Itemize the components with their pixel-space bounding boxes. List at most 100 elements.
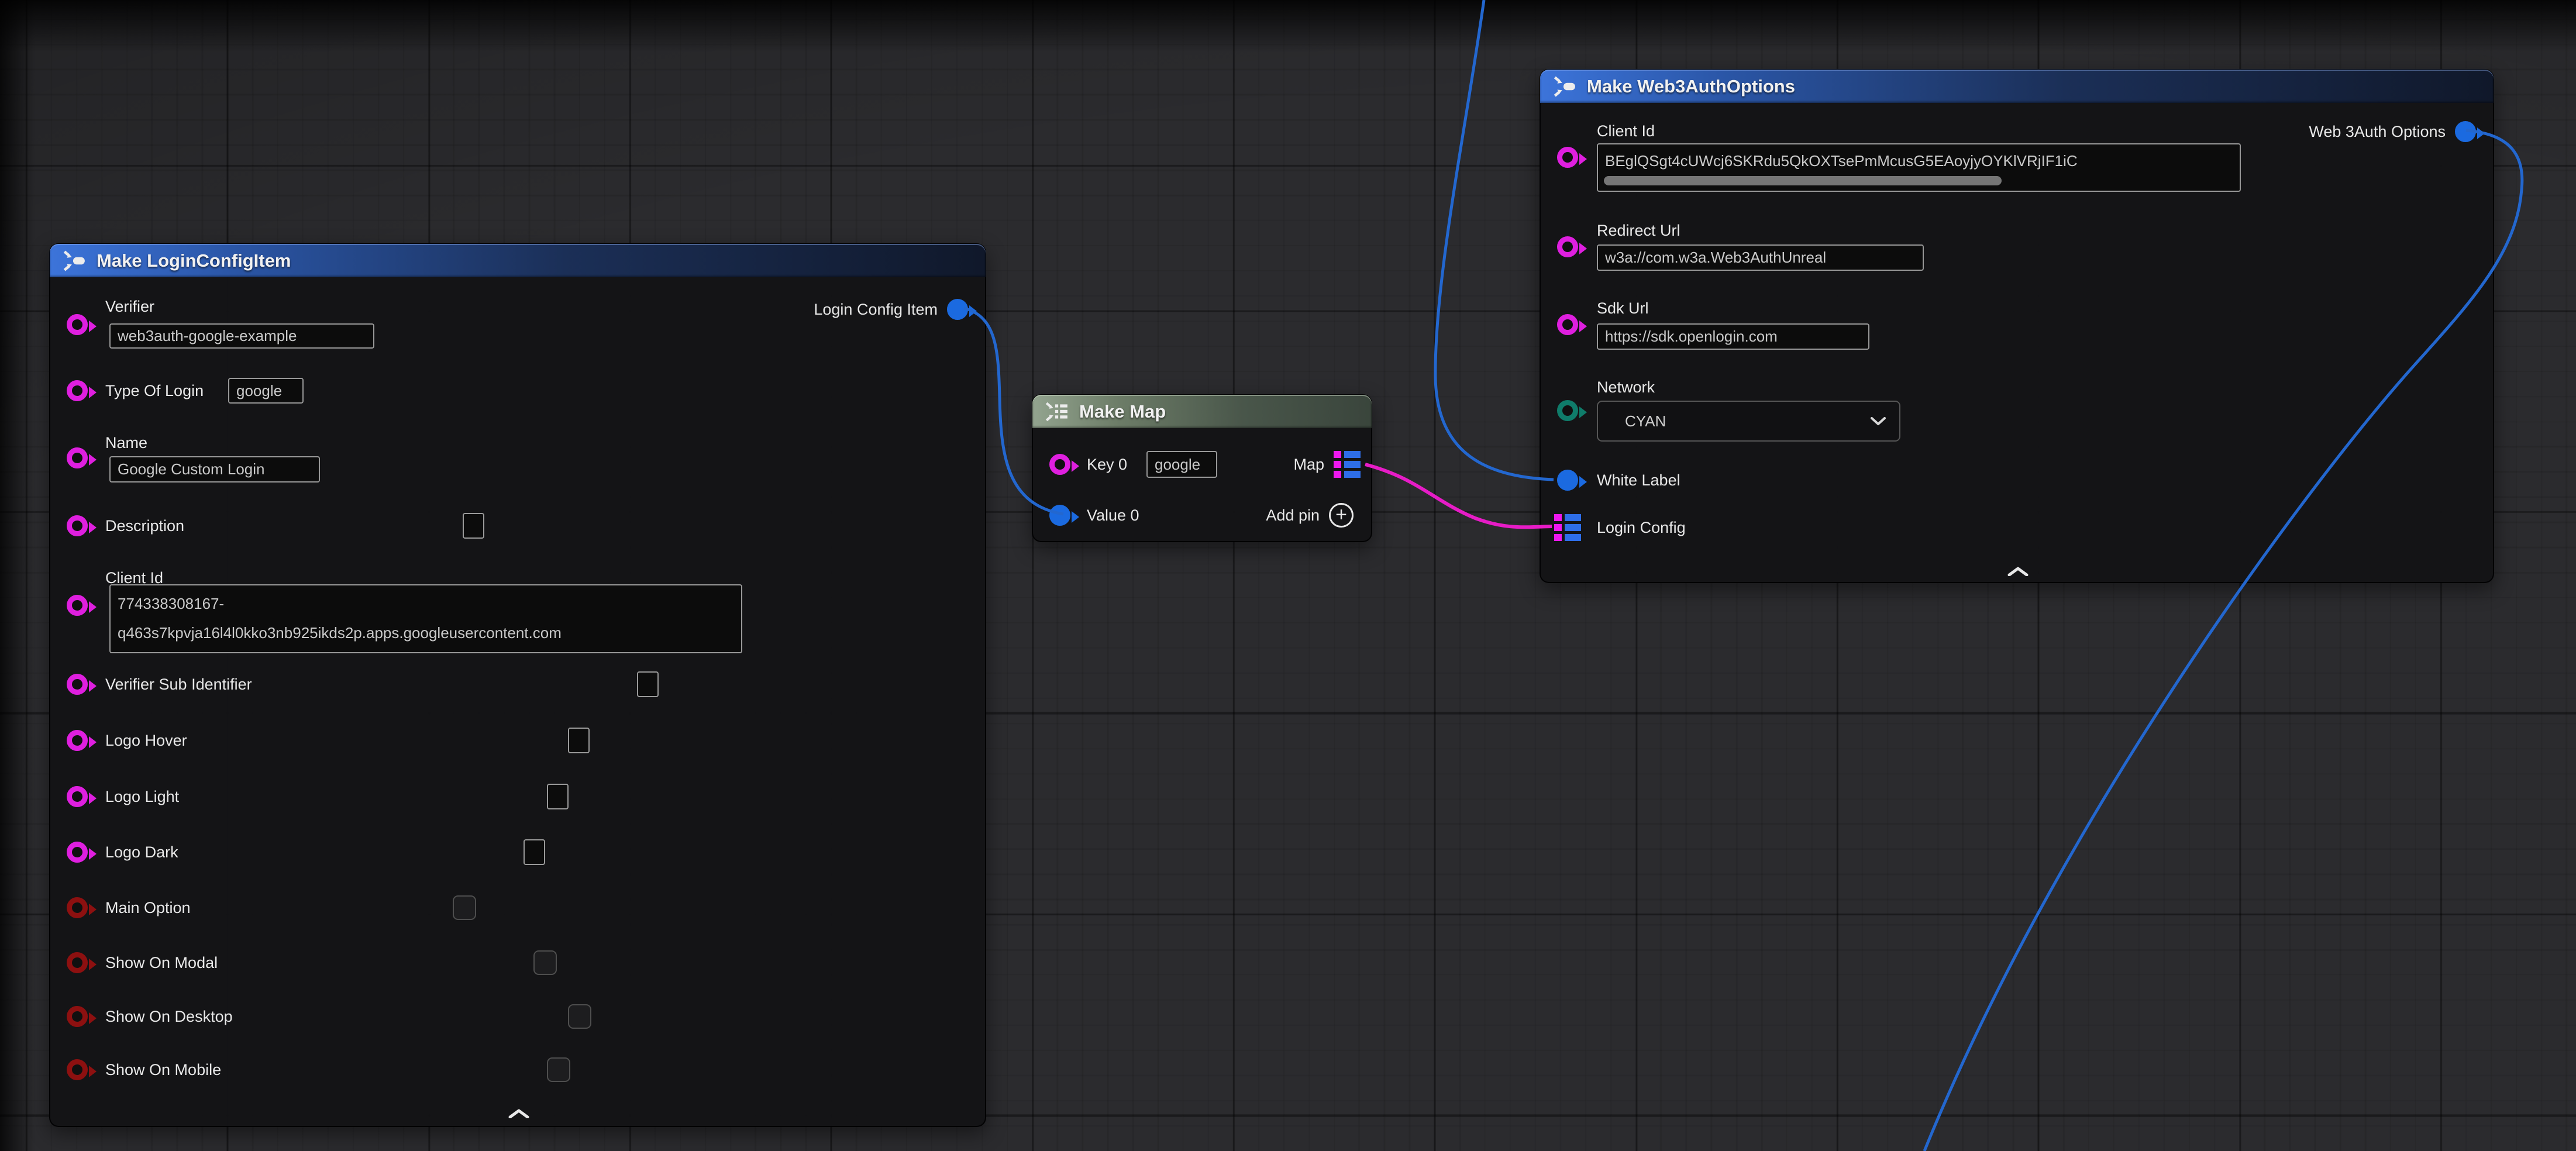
pin-label-type-of-login: Type Of Login (105, 381, 204, 400)
name-input[interactable]: Google Custom Login (109, 456, 320, 483)
output-row-map: Map (1293, 449, 1361, 480)
show-on-desktop-checkbox[interactable] (568, 1004, 591, 1029)
pin-label-description: Description (105, 516, 184, 535)
input-pin-login-config-map-icon[interactable] (1554, 514, 1581, 541)
output-pin-label: Login Config Item (814, 301, 938, 319)
pin-label-main-option: Main Option (105, 898, 191, 917)
node-header[interactable]: Make LoginConfigItem (50, 244, 986, 277)
description-input[interactable] (463, 513, 484, 539)
input-pin-name[interactable] (67, 447, 88, 468)
network-dropdown-value: CYAN (1625, 412, 1666, 430)
verifier-input[interactable]: web3auth-google-example (109, 323, 374, 349)
output-pin-login-config-item[interactable] (947, 299, 968, 320)
input-pin-client-id[interactable] (67, 595, 88, 616)
pin-label-logo-hover: Logo Hover (105, 731, 187, 750)
input-pin-value0[interactable] (1049, 505, 1070, 526)
add-pin-label: Add pin (1266, 506, 1320, 525)
make-struct-icon (61, 249, 86, 273)
output-row-login-config-item: Login Config Item (814, 294, 968, 325)
verifier-sub-identifier-input[interactable] (637, 671, 659, 697)
input-pin-sdk-url[interactable] (1557, 314, 1578, 335)
pin-label-show-on-mobile: Show On Mobile (105, 1060, 221, 1079)
input-pin-client-id[interactable] (1557, 147, 1578, 168)
input-pin-redirect-url[interactable] (1557, 236, 1578, 257)
add-pin-row[interactable]: Add pin (1266, 499, 1354, 531)
input-pin-key0[interactable] (1049, 454, 1070, 475)
input-pin-verifier[interactable] (67, 314, 88, 335)
make-struct-icon (1552, 74, 1576, 99)
logo-dark-input[interactable] (524, 839, 545, 865)
input-pin-white-label[interactable] (1557, 470, 1578, 491)
pin-label-name: Name (105, 433, 147, 452)
client-id-input[interactable]: BEglQSgt4cUWcj6SKRdu5QkOXTsePmMcusG5EAoy… (1597, 143, 2241, 192)
pin-label-login-config: Login Config (1597, 518, 1686, 537)
pin-label-verifier-sub-identifier: Verifier Sub Identifier (105, 675, 252, 694)
pin-label-verifier: Verifier (105, 297, 154, 316)
make-map-icon (1044, 399, 1069, 424)
collapse-chevron-icon[interactable] (508, 1109, 529, 1118)
pin-label-value0: Value 0 (1087, 506, 1139, 525)
node-title: Make Web3AuthOptions (1587, 76, 1795, 97)
pin-label-logo-dark: Logo Dark (105, 843, 178, 861)
pin-label-redirect-url: Redirect Url (1597, 221, 1680, 240)
pin-label-show-on-desktop: Show On Desktop (105, 1007, 233, 1026)
pin-label-network: Network (1597, 378, 1655, 397)
input-pin-show-on-mobile[interactable] (67, 1059, 88, 1080)
chevron-down-icon (1870, 416, 1886, 426)
network-dropdown[interactable]: CYAN (1597, 401, 1900, 442)
pin-label-white-label: White Label (1597, 471, 1680, 490)
output-pin-map-icon[interactable] (1334, 451, 1361, 478)
main-option-checkbox[interactable] (453, 895, 476, 920)
node-make-map[interactable]: Make Map Key 0 google Map Value 0 Add pi… (1032, 394, 1372, 542)
node-title: Make LoginConfigItem (97, 250, 291, 271)
sdk-url-input[interactable]: https://sdk.openlogin.com (1597, 323, 1869, 350)
horizontal-scrollbar[interactable] (1604, 176, 2002, 185)
blueprint-canvas[interactable]: Make LoginConfigItem Login Config Item V… (0, 0, 2576, 1151)
name-value: Google Custom Login (118, 460, 264, 478)
output-row-web3auth-options: Web 3Auth Options (2309, 116, 2476, 147)
type-of-login-input[interactable]: google (228, 378, 304, 404)
key0-input[interactable]: google (1146, 451, 1217, 478)
pin-label-show-on-modal: Show On Modal (105, 953, 218, 972)
type-of-login-value: google (236, 382, 282, 400)
node-make-web3auth-options[interactable]: Make Web3AuthOptions Web 3Auth Options C… (1540, 69, 2494, 583)
key0-value: google (1155, 456, 1200, 474)
input-pin-show-on-modal[interactable] (67, 952, 88, 973)
pin-label-logo-light: Logo Light (105, 787, 179, 806)
input-pin-show-on-desktop[interactable] (67, 1006, 88, 1027)
wire-map-to-login-config (1365, 464, 1552, 527)
redirect-url-input[interactable]: w3a://com.w3a.Web3AuthUnreal (1597, 244, 1924, 271)
input-pin-verifier-sub-identifier[interactable] (67, 674, 88, 695)
logo-hover-input[interactable] (568, 728, 590, 753)
show-on-modal-checkbox[interactable] (533, 950, 557, 975)
collapse-chevron-icon[interactable] (2007, 567, 2029, 576)
client-id-value: BEglQSgt4cUWcj6SKRdu5QkOXTsePmMcusG5EAoy… (1605, 148, 2078, 174)
input-pin-network[interactable] (1557, 400, 1578, 421)
sdk-url-value: https://sdk.openlogin.com (1605, 328, 1778, 346)
node-header[interactable]: Make Map (1032, 395, 1372, 428)
output-pin-web3auth-options[interactable] (2455, 121, 2476, 142)
pin-label-client-id: Client Id (1597, 122, 1655, 140)
input-pin-logo-hover[interactable] (67, 730, 88, 751)
redirect-url-value: w3a://com.w3a.Web3AuthUnreal (1605, 249, 1826, 267)
output-pin-label: Map (1293, 456, 1324, 474)
input-pin-main-option[interactable] (67, 897, 88, 918)
node-make-login-config-item[interactable]: Make LoginConfigItem Login Config Item V… (49, 243, 986, 1127)
verifier-value: web3auth-google-example (118, 327, 297, 345)
logo-light-input[interactable] (547, 784, 569, 809)
node-title: Make Map (1079, 401, 1166, 422)
add-pin-icon[interactable] (1329, 503, 1354, 528)
pin-label-sdk-url: Sdk Url (1597, 299, 1649, 318)
input-pin-description[interactable] (67, 515, 88, 536)
input-pin-logo-light[interactable] (67, 786, 88, 807)
node-header[interactable]: Make Web3AuthOptions (1540, 70, 2494, 103)
client-id-line1: 774338308167- (118, 589, 224, 618)
client-id-input[interactable]: 774338308167- q463s7kpvja16l4l0kko3nb925… (109, 584, 742, 653)
input-pin-type-of-login[interactable] (67, 380, 88, 401)
show-on-mobile-checkbox[interactable] (547, 1057, 570, 1082)
wire-top-to-white-label (1435, 0, 1554, 480)
output-pin-label: Web 3Auth Options (2309, 123, 2446, 141)
pin-label-key0: Key 0 (1087, 455, 1127, 474)
client-id-line2: q463s7kpvja16l4l0kko3nb925ikds2p.apps.go… (118, 618, 562, 647)
input-pin-logo-dark[interactable] (67, 842, 88, 863)
